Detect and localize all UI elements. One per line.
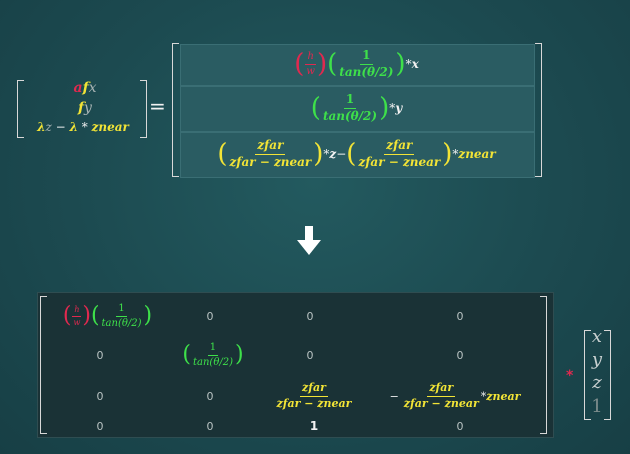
multiply-sign: * xyxy=(566,368,574,384)
m11-h: h xyxy=(72,305,82,317)
matrix-m33: zfar zfar − znear xyxy=(262,376,366,416)
matrix-m22: ( 1 tan(θ/2) ) xyxy=(182,342,244,368)
lhs-y: y xyxy=(84,100,92,116)
rhs-zfar-znear-2: zfar − znear xyxy=(358,154,441,169)
rhs-bracket-left xyxy=(172,43,179,177)
vector-z: z xyxy=(592,372,602,393)
matrix-m31: 0 xyxy=(96,389,104,403)
lhs-star: * xyxy=(77,120,92,134)
rhs-bracket-right xyxy=(535,43,542,177)
vector-w: 1 xyxy=(591,396,603,417)
m34-minus: − xyxy=(389,389,399,403)
lhs-bracket-left xyxy=(17,80,24,138)
rhs-tan-2: tan(θ/2) xyxy=(322,108,378,123)
rhs-tan-1: tan(θ/2) xyxy=(339,64,394,79)
lhs-znear: znear xyxy=(91,120,129,134)
matrix-m13: 0 xyxy=(306,309,314,323)
m34-zfar-znear: zfar − znear xyxy=(403,396,479,410)
matrix-m14: 0 xyxy=(456,309,464,323)
rhs-zfar-2: zfar xyxy=(384,138,415,155)
m33-zfar-znear: zfar − znear xyxy=(276,396,352,410)
matrix-m23: 0 xyxy=(306,348,314,362)
vector-x: x xyxy=(591,326,603,347)
matrix-m24: 0 xyxy=(456,348,464,362)
rhs-zfar-znear-1: zfar − znear xyxy=(229,154,312,169)
rhs-y: y xyxy=(395,101,403,115)
vector-y: y xyxy=(591,349,603,370)
matrix-m43: 1 xyxy=(309,419,319,433)
matrix-m21: 0 xyxy=(96,348,104,362)
rhs-h: h xyxy=(305,51,316,65)
m22-tan: tan(θ/2) xyxy=(193,356,233,368)
matrix-m12: 0 xyxy=(206,309,214,323)
arrow-down-icon xyxy=(297,226,321,255)
rhs-minus: − xyxy=(336,147,347,161)
rhs-w: w xyxy=(306,65,315,77)
rhs-znear: znear xyxy=(458,147,496,161)
rhs-z: z xyxy=(329,147,337,161)
m34-zfar: zfar xyxy=(427,381,456,397)
aspect-a: a xyxy=(73,80,83,96)
m34-znear: znear xyxy=(486,389,521,403)
matrix-m44: 0 xyxy=(456,419,464,433)
rhs-zfar-1: zfar xyxy=(255,138,286,155)
m33-zfar: zfar xyxy=(300,381,328,397)
lhs-x: x xyxy=(88,80,97,96)
rhs-row-1: ( hw ) ( 1 tan(θ/2) ) * x xyxy=(294,47,419,79)
matrix-bracket-right xyxy=(540,296,547,434)
lhs-row-3: λz − λ * znear xyxy=(24,119,142,135)
lhs-row-1: afx xyxy=(50,80,120,96)
rhs-row-3: ( zfar zfar − znear ) * z − ( zfar zfar − … xyxy=(217,137,496,169)
matrix-m34: − zfar zfar − znear * znear xyxy=(370,376,540,416)
m11-tan: tan(θ/2) xyxy=(101,317,142,329)
rhs-row-2: ( 1 tan(θ/2) ) * y xyxy=(310,91,403,123)
m11-one: 1 xyxy=(116,303,127,317)
lhs-lambda-2: λ xyxy=(69,120,78,134)
lhs-row-2: fy xyxy=(50,100,120,116)
matrix-m41: 0 xyxy=(96,419,104,433)
lhs-minus: − xyxy=(51,120,70,134)
m11-w: w xyxy=(73,317,81,327)
rhs-one-1: 1 xyxy=(360,48,373,65)
matrix-m42: 0 xyxy=(206,419,214,433)
matrix-m32: 0 xyxy=(206,389,214,403)
rhs-x: x xyxy=(411,57,419,71)
m22-one: 1 xyxy=(207,342,219,356)
lhs-lambda-1: λ xyxy=(37,120,46,134)
matrix-m11: ( hw ) ( 1 tan(θ/2) ) xyxy=(62,303,153,329)
equals-sign: = xyxy=(149,94,166,118)
rhs-one-2: 1 xyxy=(343,92,357,109)
